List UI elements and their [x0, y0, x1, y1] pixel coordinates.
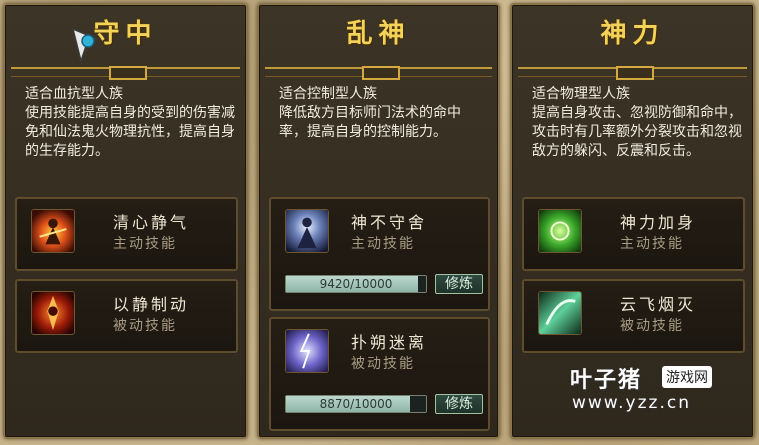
spirit-figure-icon — [285, 209, 329, 253]
watermark-badge: 游戏网 — [662, 366, 712, 388]
skill-name: 扑朔迷离 — [351, 333, 428, 352]
cursor-arrow-icon — [71, 27, 99, 63]
site-watermark: 叶子猪 游戏网 www.yzz.cn — [570, 362, 750, 418]
skill-name: 神不守舍 — [351, 213, 428, 232]
skill-name: 清心静气 — [113, 213, 190, 232]
green-blade-icon — [538, 291, 582, 335]
flame-sword-icon — [31, 291, 75, 335]
panel-title: 守中 — [93, 19, 158, 49]
skill-name: 以静制动 — [113, 295, 190, 314]
green-power-icon — [538, 209, 582, 253]
proficiency-bar: 9420/10000 — [285, 275, 427, 293]
skill-type: 主动技能 — [351, 236, 415, 252]
proficiency-value: 8870/10000 — [319, 397, 393, 411]
skill-type: 主动技能 — [620, 236, 684, 252]
panel-title: 神力 — [600, 19, 665, 49]
skill-slot[interactable]: 清心静气 主动技能 — [15, 197, 238, 271]
proficiency-value: 9420/10000 — [319, 277, 393, 291]
panel-luanshen: 乱神 适合控制型人族 降低敌方目标师门法术的命中率，提高自身的控制能力。 神不守… — [257, 3, 500, 439]
lightning-mist-icon — [285, 329, 329, 373]
panel-description: 适合血抗型人族 使用技能提高自身的受到的伤害减免和仙法鬼火物理抗性，提高自身的生… — [25, 86, 235, 159]
watermark-brand: 叶子猪 — [570, 368, 643, 393]
title-divider — [518, 66, 747, 80]
skill-type: 被动技能 — [351, 356, 415, 372]
panel-shouzhong: 守中 适合血抗型人族 使用技能提高自身的受到的伤害减免和仙法鬼火物理抗性，提高自… — [3, 3, 248, 439]
skill-type: 主动技能 — [113, 236, 177, 252]
skill-slot[interactable]: 云飞烟灭 被动技能 — [522, 279, 745, 353]
train-button[interactable]: 修炼 — [435, 394, 483, 414]
skill-slot[interactable]: 神力加身 主动技能 — [522, 197, 745, 271]
flame-figure-icon — [31, 209, 75, 253]
title-divider — [265, 66, 492, 80]
panel-description: 适合控制型人族 降低敌方目标师门法术的命中率，提高自身的控制能力。 — [279, 86, 461, 140]
skill-type: 被动技能 — [113, 318, 177, 334]
skill-name: 神力加身 — [620, 213, 697, 232]
skill-type: 被动技能 — [620, 318, 684, 334]
skill-slot[interactable]: 扑朔迷离 被动技能 8870/10000 修炼 — [269, 317, 490, 431]
panel-title: 乱神 — [346, 19, 411, 49]
watermark-url: www.yzz.cn — [572, 393, 691, 413]
skill-name: 云飞烟灭 — [620, 295, 697, 314]
skill-slot[interactable]: 神不守舍 主动技能 9420/10000 修炼 — [269, 197, 490, 311]
train-button[interactable]: 修炼 — [435, 274, 483, 294]
skill-slot[interactable]: 以静制动 被动技能 — [15, 279, 238, 353]
proficiency-bar: 8870/10000 — [285, 395, 427, 413]
panel-description: 适合物理型人族 提高自身攻击、忽视防御和命中，攻击时有几率额外分裂攻击和忽视敌方… — [532, 86, 742, 159]
title-divider — [11, 66, 240, 80]
